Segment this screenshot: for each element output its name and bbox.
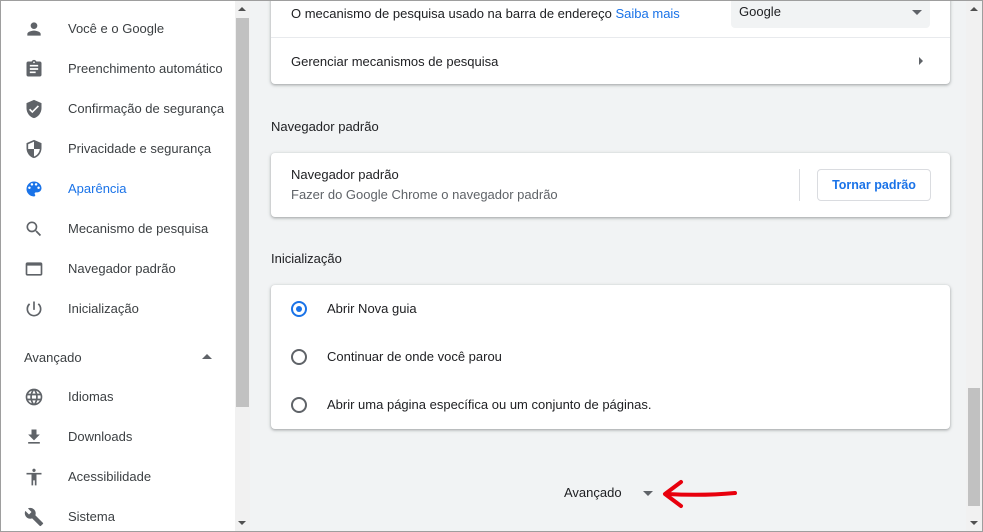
radio-label: Abrir uma página específica ou um conjun… [327,397,652,412]
sidebar-item-you-and-google[interactable]: Você e o Google [1,9,235,49]
sidebar-item-label: Preenchimento automático [68,61,223,76]
startup-option-new-tab[interactable]: Abrir Nova guia [271,285,950,333]
sidebar-item-default-browser[interactable]: Navegador padrão [1,249,235,289]
manage-search-engines-row[interactable]: Gerenciar mecanismos de pesquisa [271,38,950,84]
sidebar-item-label: Navegador padrão [68,261,176,276]
sidebar-item-autofill[interactable]: Preenchimento automático [1,49,235,89]
wrench-icon [24,507,44,527]
main-scrollbar[interactable] [966,1,982,531]
learn-more-link[interactable]: Saiba mais [616,6,680,21]
default-browser-section-title: Navegador padrão [271,119,379,134]
sidebar-item-safety-check[interactable]: Confirmação de segurança [1,89,235,129]
startup-section-title: Inicialização [271,251,342,266]
accessibility-icon [24,467,44,487]
advanced-toggle-button[interactable]: Avançado [564,485,622,500]
search-engine-selected: Google [739,4,781,19]
sidebar-item-label: Aparência [68,181,127,196]
startup-option-continue[interactable]: Continuar de onde você parou [271,333,950,381]
main-content: O mecanismo de pesquisa usado na barra d… [250,1,966,531]
make-default-button[interactable]: Tornar padrão [817,169,931,201]
download-icon [24,427,44,447]
sidebar-item-label: Idiomas [68,389,114,404]
sidebar-scrollbar[interactable] [235,1,250,531]
sidebar-item-label: Privacidade e segurança [68,141,212,156]
sidebar-item-languages[interactable]: Idiomas [1,377,235,417]
chevron-down-icon[interactable] [643,491,653,496]
globe-icon [24,387,44,407]
radio-button[interactable] [291,397,307,413]
dropdown-arrow-icon [912,10,922,15]
radio-label: Continuar de onde você parou [327,349,502,364]
sidebar-advanced-toggle[interactable]: Avançado [1,337,235,377]
startup-card: Abrir Nova guia Continuar de onde você p… [271,285,950,429]
settings-window: Você e o Google Preenchimento automático… [0,0,983,532]
chevron-up-icon [202,354,212,359]
scroll-up-arrow-icon[interactable] [970,7,978,11]
sidebar-item-label: Acessibilidade [68,469,152,484]
sidebar-scrollbar-thumb[interactable] [236,18,249,407]
person-icon [24,19,44,39]
sidebar-item-label: Mecanismo de pesquisa [68,221,209,236]
shield-check-icon [24,99,44,119]
radio-label: Abrir Nova guia [327,301,417,316]
manage-search-engines-label: Gerenciar mecanismos de pesquisa [291,54,499,69]
clipboard-icon [24,59,44,79]
sidebar-item-startup[interactable]: Inicialização [1,289,235,329]
default-browser-card: Navegador padrão Fazer do Google Chrome … [271,153,950,217]
shield-half-icon [24,139,44,159]
sidebar-item-label: Sistema [68,509,115,524]
sidebar-item-label: Downloads [68,429,133,444]
chevron-right-icon [919,57,923,65]
scroll-up-arrow-icon[interactable] [238,7,246,11]
sidebar-advanced-label: Avançado [24,350,82,365]
scroll-down-arrow-icon[interactable] [970,521,978,525]
search-icon [24,219,44,239]
radio-button-checked[interactable] [291,301,307,317]
sidebar-item-label: Confirmação de segurança [68,101,225,116]
sidebar: Você e o Google Preenchimento automático… [1,1,235,531]
main-scrollbar-thumb[interactable] [968,388,980,506]
sidebar-item-search-engine[interactable]: Mecanismo de pesquisa [1,209,235,249]
palette-icon [24,179,44,199]
browser-window-icon [24,259,44,279]
power-icon [24,299,44,319]
radio-button[interactable] [291,349,307,365]
red-annotation-arrow-icon [663,480,737,508]
scroll-down-arrow-icon[interactable] [238,521,246,525]
search-engine-select[interactable]: Google [731,1,930,28]
sidebar-item-appearance[interactable]: Aparência [1,169,235,209]
default-browser-title: Navegador padrão [291,167,399,182]
sidebar-item-privacy[interactable]: Privacidade e segurança [1,129,235,169]
vertical-divider [799,169,800,201]
sidebar-item-downloads[interactable]: Downloads [1,417,235,457]
startup-option-specific-pages[interactable]: Abrir uma página específica ou um conjun… [271,381,950,429]
search-engine-description-row: O mecanismo de pesquisa usado na barra d… [291,6,680,21]
sidebar-item-accessibility[interactable]: Acessibilidade [1,457,235,497]
sidebar-item-label: Inicialização [68,301,139,316]
search-engine-card: O mecanismo de pesquisa usado na barra d… [271,1,950,84]
search-engine-description: O mecanismo de pesquisa usado na barra d… [291,6,612,21]
sidebar-item-label: Você e o Google [68,21,165,36]
sidebar-item-system[interactable]: Sistema [1,497,235,531]
default-browser-subtitle: Fazer do Google Chrome o navegador padrã… [291,187,558,202]
